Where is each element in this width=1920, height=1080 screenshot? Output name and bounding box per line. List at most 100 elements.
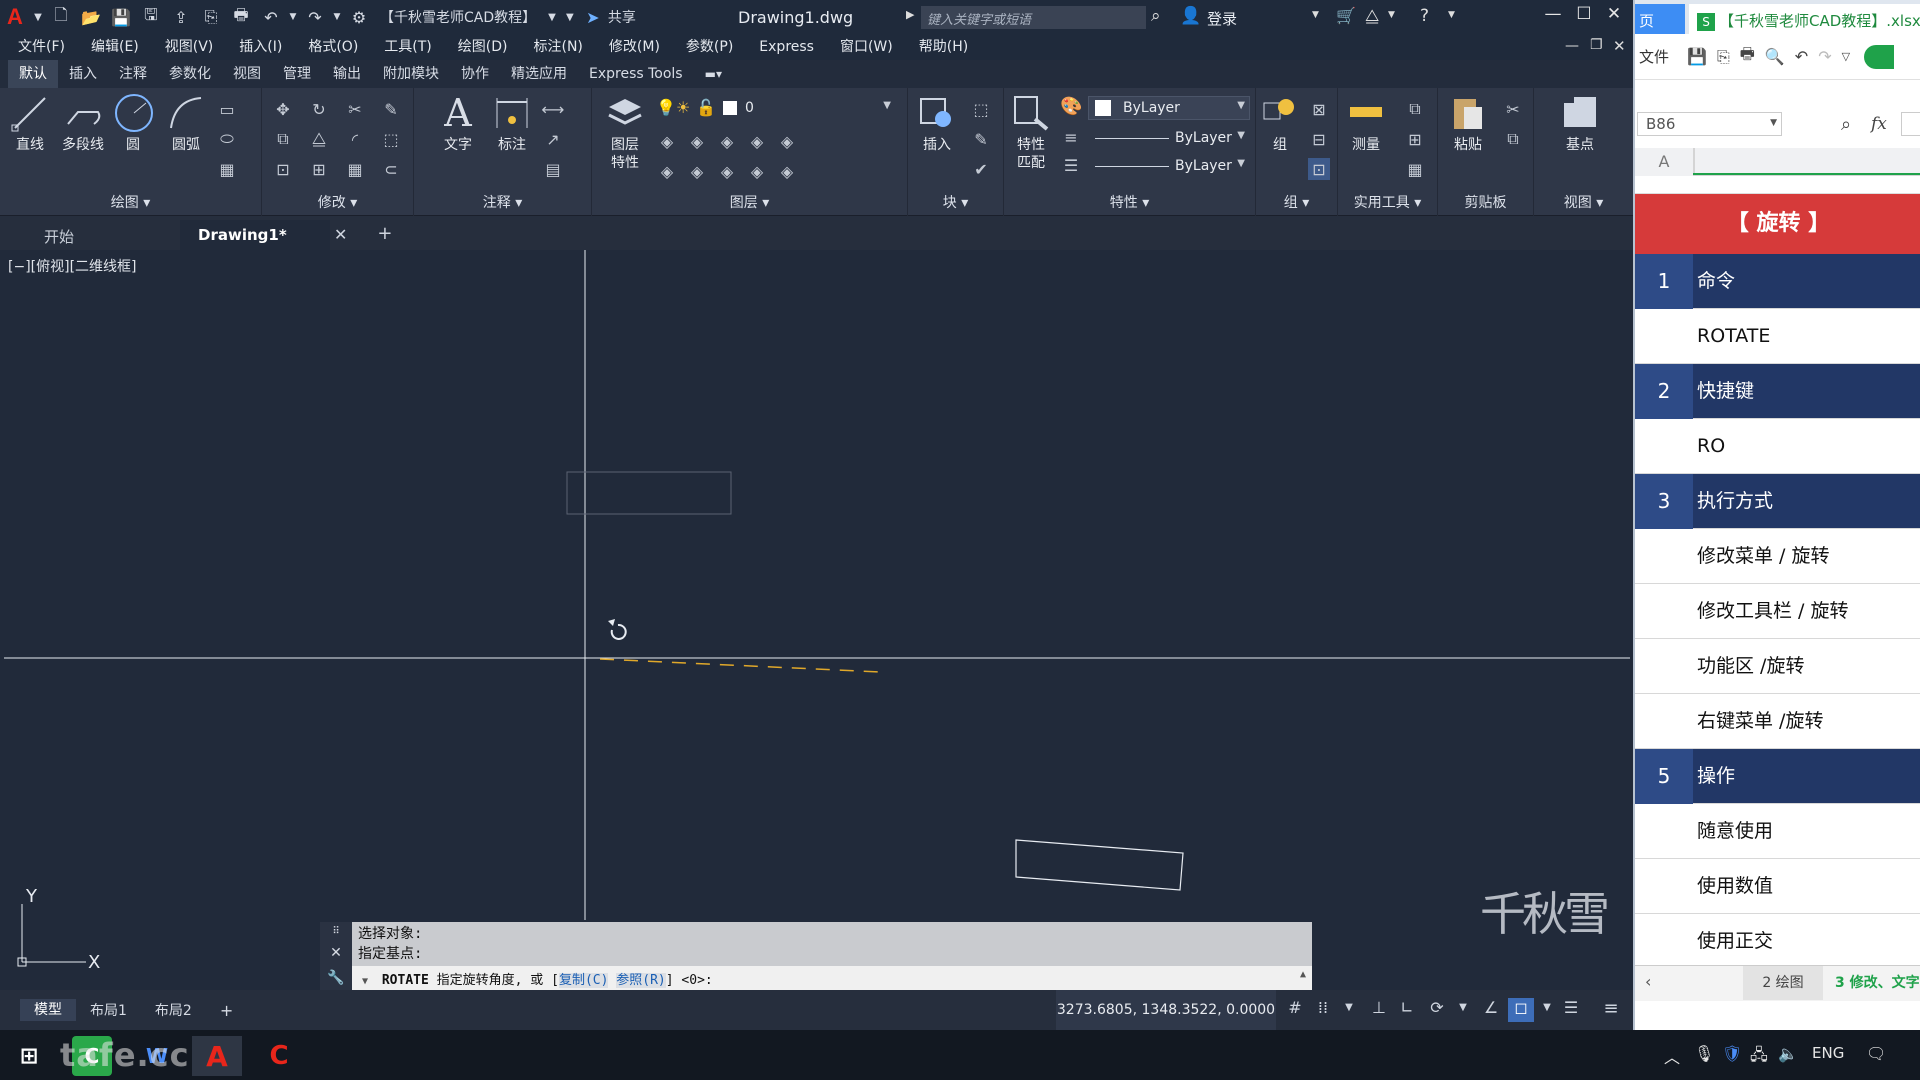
menu-tools[interactable]: 工具(T) — [371, 34, 444, 60]
grid-icon[interactable]: # — [1282, 998, 1308, 1022]
erase-icon[interactable]: ✎ — [380, 98, 402, 120]
layer-tool-10-icon[interactable]: ◈ — [776, 160, 798, 182]
rectangle-icon[interactable]: ▭ — [216, 98, 238, 120]
draw-panel-title[interactable]: 绘图 ▾ — [0, 192, 261, 212]
gear-icon[interactable]: ⚙ — [346, 4, 372, 30]
create-block-icon[interactable]: ⬚ — [970, 98, 992, 120]
properties-panel-title[interactable]: 特性 ▾ — [1004, 192, 1255, 212]
menu-file[interactable]: 文件(F) — [0, 34, 78, 60]
scale-icon[interactable]: ⊞ — [308, 158, 330, 180]
zoom-formula-icon[interactable]: ⌕ — [1841, 114, 1851, 135]
tab-start[interactable]: 开始 — [0, 220, 180, 250]
menu-help[interactable]: 帮助(H) — [906, 34, 981, 60]
close-tab-icon[interactable]: ✕ — [334, 225, 347, 244]
hatch-icon[interactable]: ▦ — [216, 158, 238, 180]
table-row[interactable]: 功能区 /旋转 — [1635, 639, 1920, 694]
array-icon[interactable]: ▦ — [344, 158, 366, 180]
close-command-icon[interactable]: ✕ — [330, 945, 342, 961]
table-row[interactable]: ROTATE — [1635, 309, 1920, 364]
quick-select-icon[interactable]: ⧉ — [1404, 98, 1426, 120]
menu-format[interactable]: 格式(O) — [295, 34, 371, 60]
linear-dim-icon[interactable]: ⟷ — [542, 98, 565, 120]
menu-draw[interactable]: 绘图(D) — [445, 34, 521, 60]
connect-dropdown-icon[interactable]: ▼ — [1388, 10, 1395, 20]
menu-window[interactable]: 窗口(W) — [827, 34, 906, 60]
group-edit-icon[interactable]: ⊟ — [1308, 128, 1330, 150]
add-layout-icon[interactable]: + — [206, 1001, 247, 1020]
tab-drawing1[interactable]: Drawing1* — [180, 220, 330, 250]
mirror-icon[interactable]: ⧋ — [308, 128, 330, 150]
base-view-button[interactable]: 基点 — [1558, 92, 1602, 154]
app-menu-arrow-icon[interactable]: ▼ — [32, 4, 44, 30]
block-panel-title[interactable]: 块 ▾ — [908, 192, 1003, 212]
autodesk-connect-icon[interactable]: ⧋ — [1365, 6, 1379, 26]
explode-icon[interactable]: ⬚ — [380, 128, 402, 150]
share-label[interactable]: 共享 — [608, 7, 636, 27]
object-snap-icon[interactable]: ◻ — [1508, 998, 1534, 1022]
groups-panel-title[interactable]: 组 ▾ — [1256, 192, 1337, 212]
excel-start-button[interactable] — [1864, 44, 1895, 69]
ortho-icon[interactable]: ∟ — [1394, 998, 1420, 1022]
tab-parametric[interactable]: 参数化 — [158, 60, 222, 88]
table-row[interactable]: 2 快捷键 — [1635, 364, 1920, 419]
sheet-tab-draw[interactable]: 2 绘图 — [1743, 966, 1823, 1000]
layer-freeze-icon[interactable]: ☀ — [676, 98, 690, 117]
tab-layout2[interactable]: 布局2 — [141, 1000, 206, 1020]
select-all-icon[interactable]: ⊞ — [1404, 128, 1426, 150]
circle-button[interactable]: 圆 — [110, 92, 156, 154]
group-select-icon[interactable]: ⊡ — [1308, 158, 1330, 180]
tab-manage[interactable]: 管理 — [272, 60, 322, 88]
color-wheel-icon[interactable]: 🎨 — [1060, 96, 1082, 117]
tab-featured-apps[interactable]: 精选应用 — [500, 60, 578, 88]
help-dropdown-icon[interactable]: ▼ — [1448, 10, 1455, 20]
cart-icon[interactable]: 🛒 — [1336, 6, 1356, 25]
formula-input[interactable] — [1901, 112, 1920, 136]
text-button[interactable]: A 文字 — [438, 92, 478, 154]
rotated-rectangle[interactable] — [1015, 839, 1184, 891]
modify-panel-title[interactable]: 修改 ▾ — [262, 192, 413, 212]
redo-icon[interactable]: ↷ — [302, 4, 328, 30]
prev-sheet-icon[interactable]: ‹ — [1645, 972, 1651, 991]
menu-modify[interactable]: 修改(M) — [596, 34, 673, 60]
command-input[interactable]: ▼ ROTATE 指定旋转角度, 或 [复制(C) 参照(R)] <0>: ▲ — [352, 966, 1312, 990]
polar-dropdown-icon[interactable]: ▼ — [1450, 1002, 1476, 1026]
menu-express[interactable]: Express — [746, 34, 827, 60]
snap-icon[interactable]: ⁞⁞ — [1310, 998, 1336, 1022]
microphone-icon[interactable]: 🎙 — [1694, 1044, 1714, 1063]
doc-minimize-icon[interactable]: — — [1565, 38, 1579, 54]
osnap-dropdown-icon[interactable]: ▼ — [1534, 1002, 1560, 1026]
layer-tool-2-icon[interactable]: ◈ — [686, 130, 708, 152]
layers-panel-title[interactable]: 图层 ▾ — [592, 192, 907, 212]
layer-tool-4-icon[interactable]: ◈ — [746, 130, 768, 152]
table-row[interactable]: 使用正交 — [1635, 914, 1920, 969]
name-box[interactable]: B86 ▼ — [1637, 112, 1782, 136]
lineweight-dropdown[interactable]: ByLayer ▼ — [1088, 126, 1250, 150]
user-icon[interactable]: 👤 — [1180, 6, 1201, 26]
table-row[interactable]: RO — [1635, 419, 1920, 474]
menu-parametric[interactable]: 参数(P) — [673, 34, 746, 60]
lineweight-toggle-icon[interactable]: ☰ — [1558, 998, 1584, 1022]
tab-collaborate[interactable]: 协作 — [450, 60, 500, 88]
linetype-icon[interactable]: ☰ — [1060, 154, 1082, 176]
coordinate-readout[interactable]: 3273.6805, 1348.3522, 0.0000 — [1056, 990, 1276, 1030]
tray-expand-icon[interactable]: ︿ — [1664, 1044, 1680, 1068]
table-icon[interactable]: ▤ — [542, 158, 564, 180]
cut-icon[interactable]: ✂ — [1502, 98, 1524, 120]
doc-close-icon[interactable]: ✕ — [1613, 37, 1626, 55]
menu-edit[interactable]: 编辑(E) — [78, 34, 152, 60]
sheet-tab-modify[interactable]: 3 修改、文字 — [1835, 966, 1920, 1000]
tab-output[interactable]: 输出 — [322, 60, 372, 88]
ungroup-icon[interactable]: ⊠ — [1308, 98, 1330, 120]
option-copy[interactable]: 复制(C) — [558, 973, 609, 988]
recent-commands-icon[interactable]: ▼ — [362, 976, 368, 987]
customize-icon[interactable]: 🔧 — [327, 970, 344, 986]
lineweight-icon[interactable]: ≡ — [1060, 126, 1082, 148]
menu-insert[interactable]: 插入(I) — [226, 34, 295, 60]
workspace-selector[interactable]: 【千秋雪老师CAD教程】 ▼ — [374, 5, 562, 29]
redo-dropdown-icon[interactable]: ▼ — [332, 4, 342, 30]
open-icon[interactable]: 📂 — [78, 4, 104, 30]
taskbar-autocad-icon[interactable]: A — [192, 1036, 242, 1076]
block-attr-icon[interactable]: ✔ — [970, 158, 992, 180]
network-icon[interactable]: 🖧 — [1750, 1044, 1768, 1071]
polyline-button[interactable]: 多段线 — [56, 92, 110, 154]
